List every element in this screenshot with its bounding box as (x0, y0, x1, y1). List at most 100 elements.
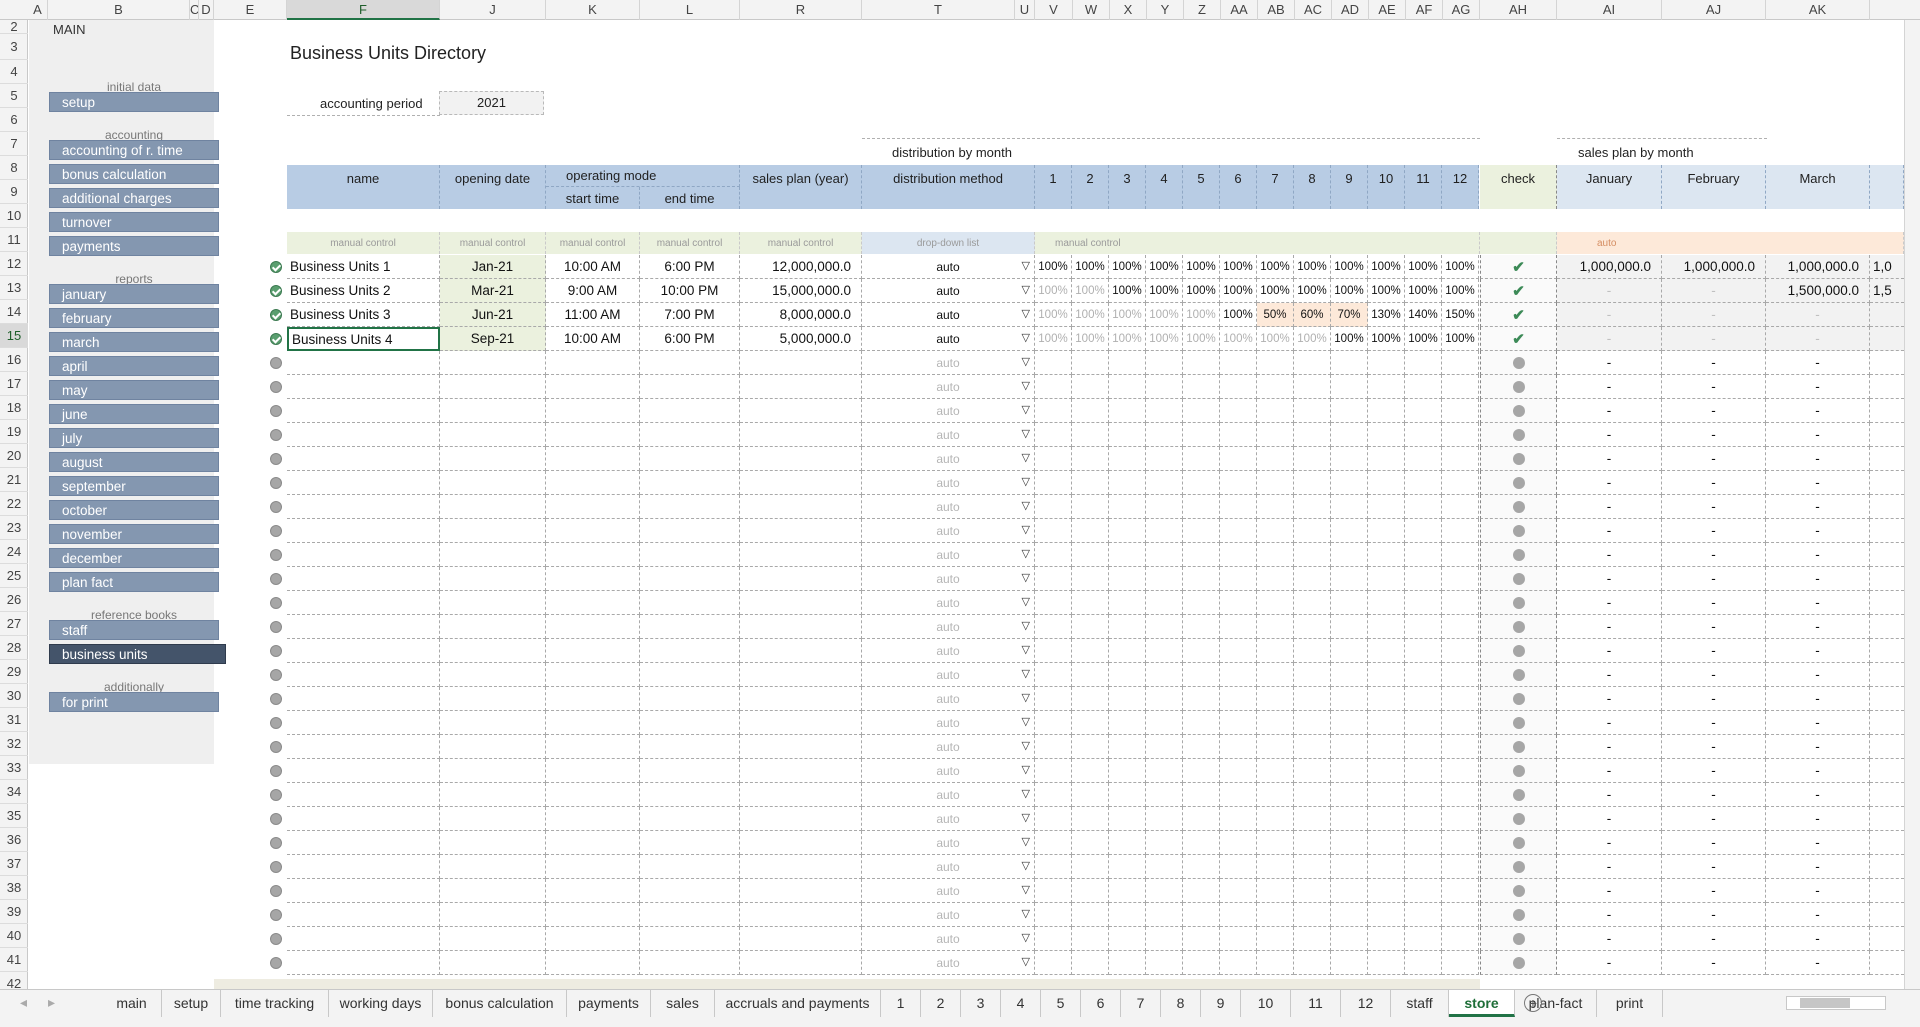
cell-month-pct[interactable] (1035, 831, 1072, 855)
cell-month-pct[interactable]: 50% (1257, 303, 1294, 327)
row-header-33[interactable]: 33 (0, 756, 28, 780)
cell-month-pct[interactable]: 100% (1109, 279, 1146, 303)
cell-month-pct[interactable] (1220, 879, 1257, 903)
column-header-z[interactable]: Z (1184, 0, 1221, 20)
cell-month-pct[interactable] (1331, 567, 1368, 591)
dropdown-arrow-icon[interactable]: ▽ (1022, 931, 1030, 944)
cell-month-pct[interactable] (1072, 519, 1109, 543)
cell-sales-plan[interactable] (740, 735, 862, 759)
column-header-w[interactable]: W (1073, 0, 1110, 20)
row-header-12[interactable]: 12 (0, 252, 28, 276)
column-header-l[interactable]: L (640, 0, 740, 20)
cell-month-pct[interactable] (1072, 543, 1109, 567)
cell-distribution-method[interactable]: auto ▽ (862, 831, 1035, 855)
cell-name[interactable]: Business Units 3 (287, 303, 440, 327)
cell-month-pct[interactable] (1257, 903, 1294, 927)
cell-opening-date[interactable] (440, 951, 546, 975)
cell-name[interactable] (287, 471, 440, 495)
cell-sales-plan[interactable] (740, 855, 862, 879)
cell-month-pct[interactable] (1405, 711, 1442, 735)
cell-month-pct[interactable] (1109, 807, 1146, 831)
row-header-28[interactable]: 28 (0, 636, 28, 660)
dropdown-arrow-icon[interactable]: ▽ (1022, 259, 1030, 272)
cell-month-pct[interactable] (1294, 927, 1331, 951)
cell-month-pct[interactable] (1442, 783, 1479, 807)
cell-start-time[interactable] (546, 927, 640, 951)
cell-month-pct[interactable] (1368, 567, 1405, 591)
cell-month-pct[interactable] (1109, 879, 1146, 903)
dropdown-arrow-icon[interactable]: ▽ (1022, 715, 1030, 728)
cell-opening-date[interactable] (440, 591, 546, 615)
cell-month-pct[interactable]: 100% (1220, 303, 1257, 327)
cell-month-pct[interactable] (1331, 687, 1368, 711)
cell-month-pct[interactable] (1442, 543, 1479, 567)
dropdown-arrow-icon[interactable]: ▽ (1022, 331, 1030, 344)
cell-month-pct[interactable] (1405, 495, 1442, 519)
column-header-a[interactable]: A (28, 0, 48, 20)
cell-name[interactable] (287, 615, 440, 639)
dropdown-arrow-icon[interactable]: ▽ (1022, 499, 1030, 512)
cell-month-pct[interactable]: 100% (1220, 255, 1257, 279)
cell-name[interactable] (287, 543, 440, 567)
cell-month-pct[interactable] (1405, 663, 1442, 687)
cell-month-pct[interactable] (1035, 471, 1072, 495)
cell-month-pct[interactable]: 100% (1146, 303, 1183, 327)
cell-start-time[interactable] (546, 591, 640, 615)
cell-month-pct[interactable] (1294, 591, 1331, 615)
cell-month-pct[interactable] (1220, 831, 1257, 855)
cell-month-pct[interactable] (1294, 639, 1331, 663)
column-header-ad[interactable]: AD (1332, 0, 1369, 20)
tab-7[interactable]: 7 (1121, 990, 1161, 1017)
cell-month-pct[interactable] (1072, 927, 1109, 951)
cell-sales-plan[interactable] (740, 879, 862, 903)
cell-name[interactable] (287, 831, 440, 855)
column-header-aj[interactable]: AJ (1662, 0, 1766, 20)
cell-month-pct[interactable] (1183, 423, 1220, 447)
cell-month-pct[interactable] (1109, 447, 1146, 471)
cell-month-pct[interactable] (1405, 903, 1442, 927)
row-header-38[interactable]: 38 (0, 876, 28, 900)
cell-month-pct[interactable] (1183, 759, 1220, 783)
cell-month-pct[interactable]: 100% (1072, 327, 1109, 351)
cell-month-pct[interactable] (1183, 567, 1220, 591)
cell-distribution-method[interactable]: auto ▽ (862, 759, 1035, 783)
cell-sales-plan[interactable] (740, 399, 862, 423)
cell-month-pct[interactable] (1442, 951, 1479, 975)
cell-month-pct[interactable]: 100% (1183, 279, 1220, 303)
sidebar-item-february[interactable]: february (49, 308, 219, 328)
cell-start-time[interactable] (546, 879, 640, 903)
cell-month-pct[interactable] (1294, 447, 1331, 471)
row-header-8[interactable]: 8 (0, 156, 28, 180)
dropdown-arrow-icon[interactable]: ▽ (1022, 283, 1030, 296)
column-header-j[interactable]: J (440, 0, 546, 20)
cell-opening-date[interactable] (440, 807, 546, 831)
cell-month-pct[interactable] (1257, 615, 1294, 639)
cell-month-pct[interactable]: 100% (1294, 327, 1331, 351)
cell-name[interactable] (287, 519, 440, 543)
cell-month-pct[interactable] (1183, 471, 1220, 495)
cell-month-pct[interactable] (1331, 639, 1368, 663)
cell-sales-plan[interactable]: 12,000,000.0 (740, 255, 862, 279)
cell-month-pct[interactable] (1146, 471, 1183, 495)
cell-month-pct[interactable] (1257, 495, 1294, 519)
column-header-af[interactable]: AF (1406, 0, 1443, 20)
cell-month-pct[interactable] (1368, 423, 1405, 447)
row-header-24[interactable]: 24 (0, 540, 28, 564)
cell-opening-date[interactable]: Mar-21 (440, 279, 546, 303)
cell-month-pct[interactable]: 100% (1294, 279, 1331, 303)
cell-month-pct[interactable] (1331, 495, 1368, 519)
cell-distribution-method[interactable]: auto ▽ (862, 543, 1035, 567)
cell-month-pct[interactable] (1220, 687, 1257, 711)
cell-month-pct[interactable] (1257, 951, 1294, 975)
cell-month-pct[interactable] (1442, 519, 1479, 543)
column-header-aa[interactable]: AA (1221, 0, 1258, 20)
cell-month-pct[interactable] (1220, 423, 1257, 447)
cell-sales-plan[interactable] (740, 927, 862, 951)
cell-start-time[interactable] (546, 639, 640, 663)
cell-month-pct[interactable] (1368, 759, 1405, 783)
column-header-f[interactable]: F (287, 0, 440, 20)
cell-distribution-method[interactable]: auto ▽ (862, 567, 1035, 591)
cell-month-pct[interactable] (1072, 423, 1109, 447)
row-header-16[interactable]: 16 (0, 348, 28, 372)
cell-month-pct[interactable] (1109, 399, 1146, 423)
